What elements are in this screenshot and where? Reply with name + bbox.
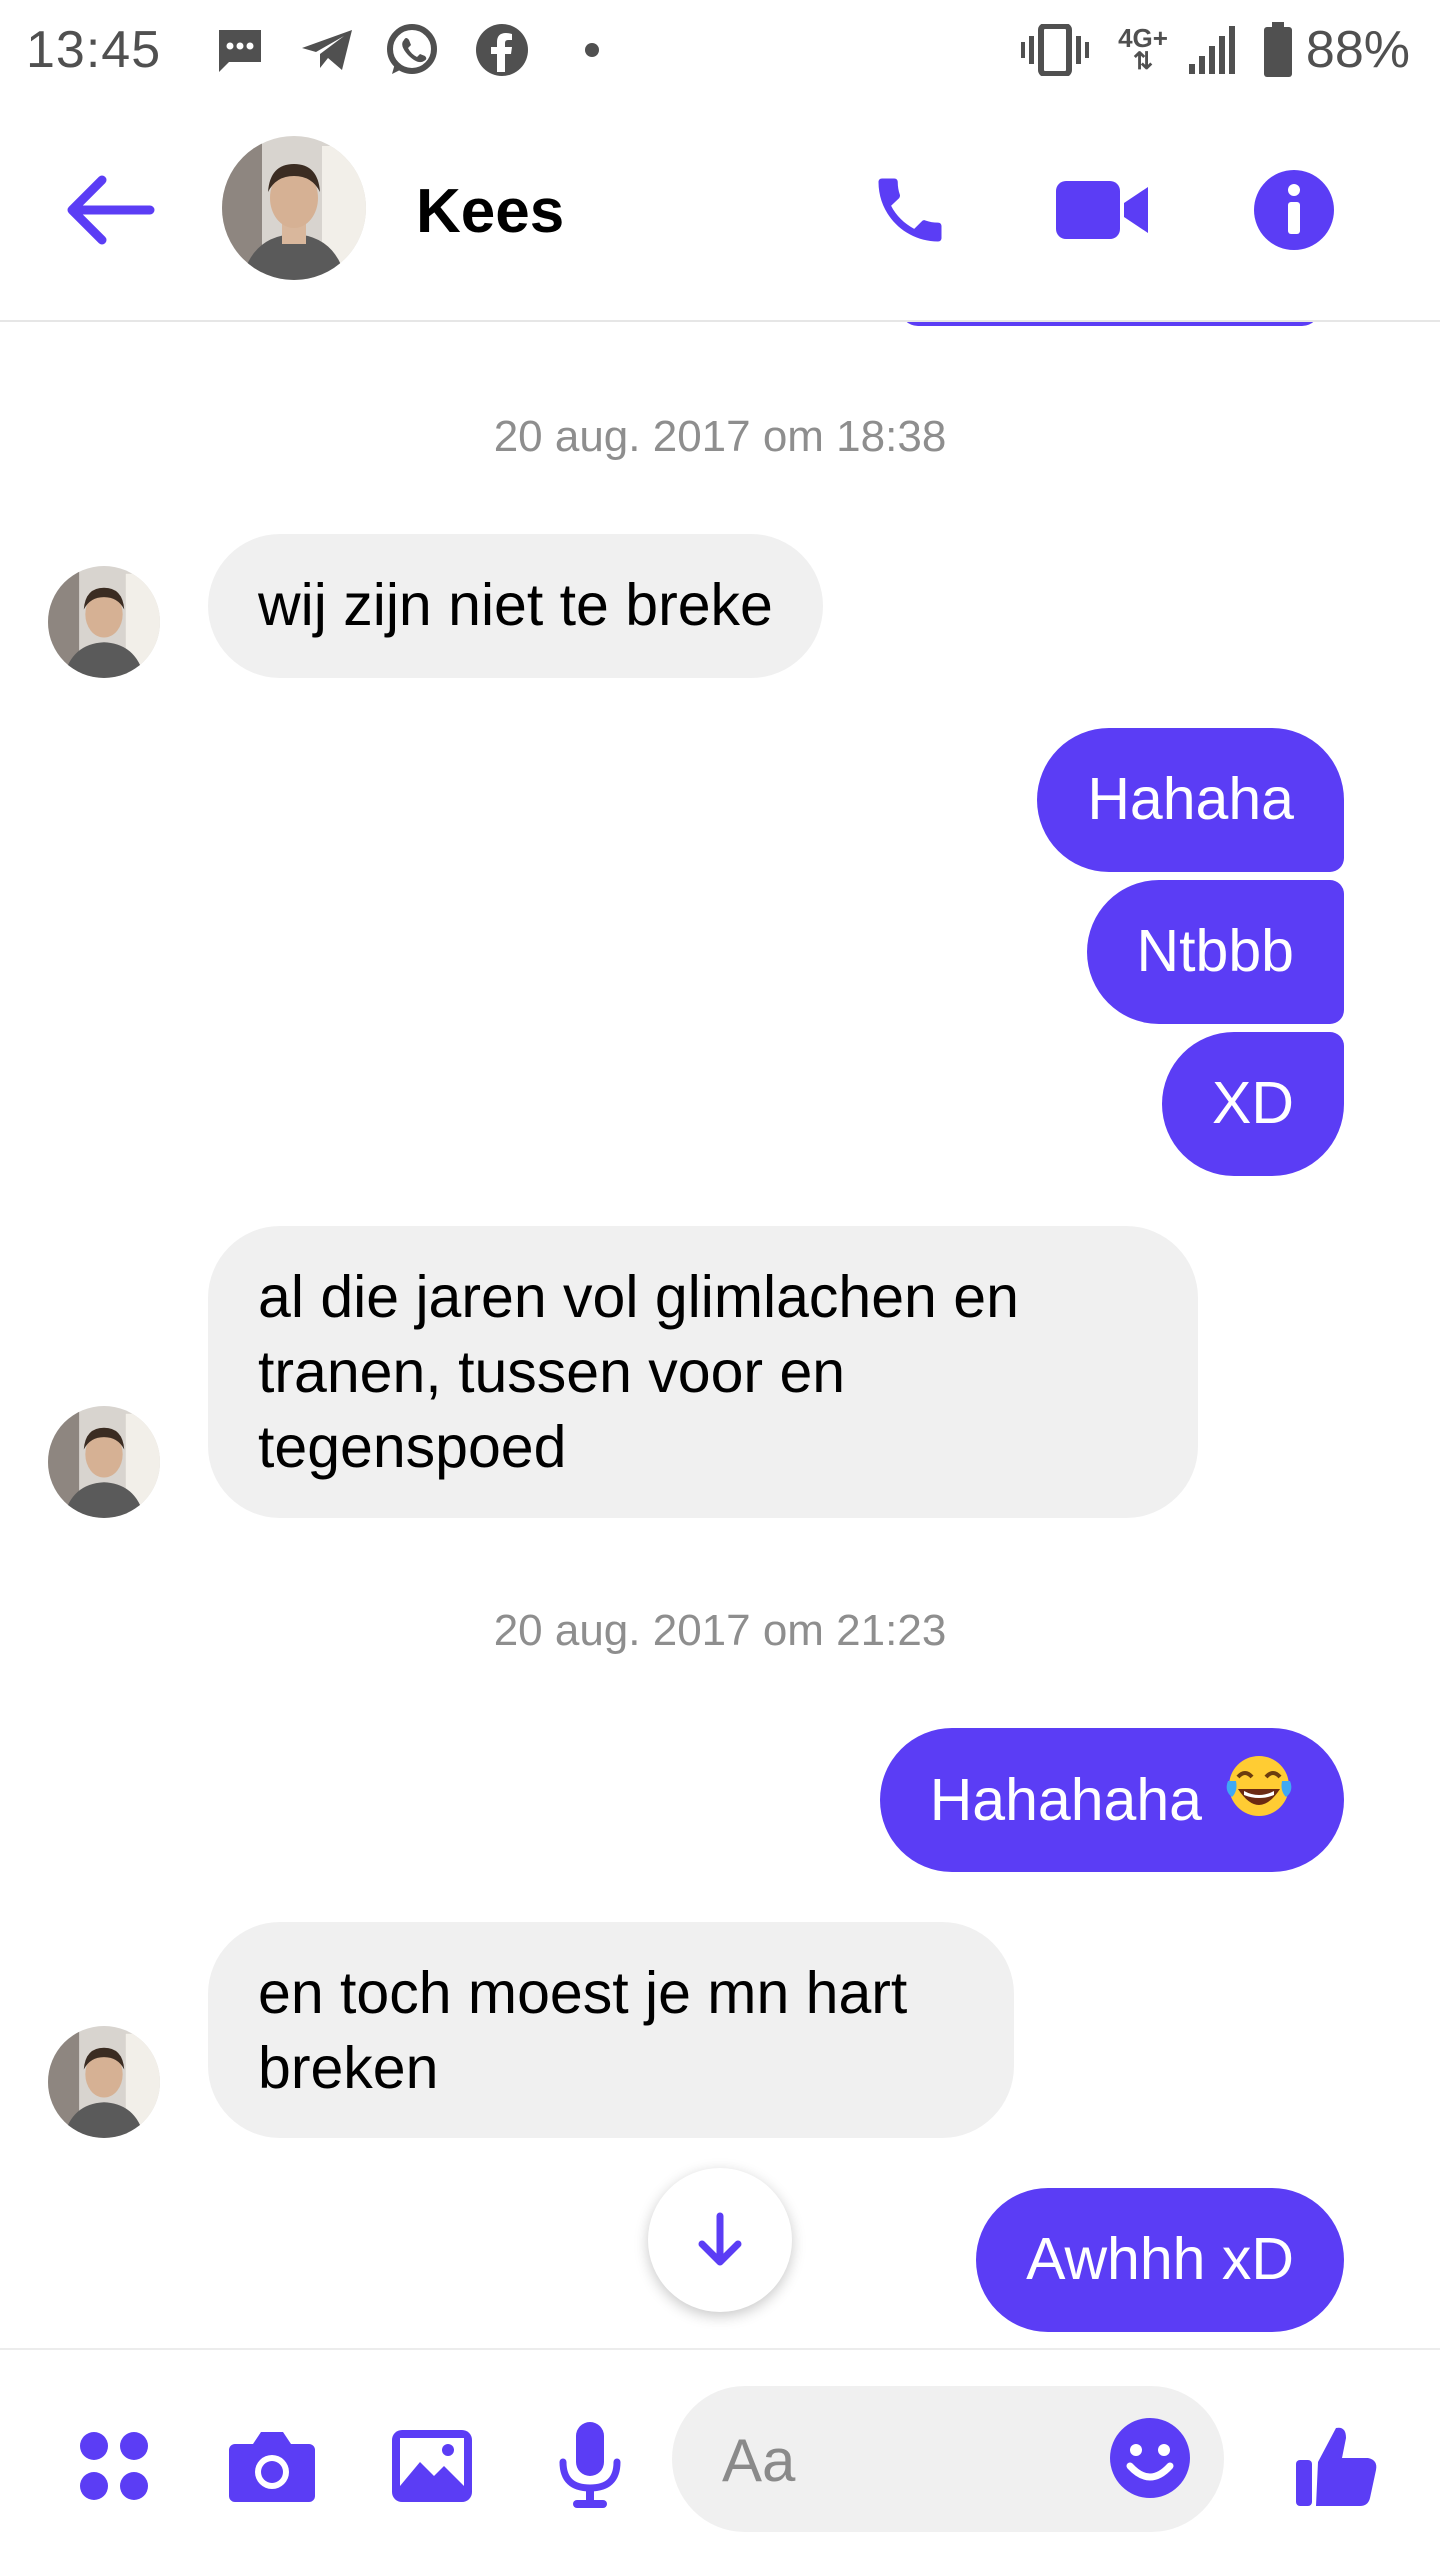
voice-clip-button[interactable] (540, 2416, 640, 2516)
voice-call-button[interactable] (862, 162, 958, 258)
contact-avatar-small (48, 1406, 160, 1518)
outgoing-message[interactable]: Hahaha (1037, 728, 1344, 872)
status-bar: 13:45 4G+ ⇅ 88% (0, 0, 1440, 100)
network-4g-icon: 4G+ ⇅ (1118, 23, 1168, 75)
like-button[interactable] (1286, 2416, 1386, 2516)
sms-icon (212, 22, 268, 78)
scroll-to-bottom-button[interactable] (648, 2168, 792, 2312)
whatsapp-icon (382, 22, 442, 78)
back-arrow-icon (67, 175, 155, 245)
video-call-button[interactable] (1054, 162, 1150, 258)
outgoing-message[interactable]: Awhhh xD (976, 2188, 1344, 2332)
microphone-icon (559, 2422, 621, 2508)
message-input[interactable]: Aa (672, 2386, 1224, 2532)
conversation-header: Kees (0, 100, 1440, 322)
contact-name[interactable]: Kees (416, 176, 564, 247)
back-button[interactable] (62, 170, 162, 250)
telegram-icon (298, 22, 358, 78)
timestamp: 20 aug. 2017 om 21:23 (493, 1606, 947, 1655)
camera-icon (229, 2432, 315, 2502)
outgoing-message[interactable]: Hahahaha (879, 1728, 1344, 1872)
dot-icon (578, 22, 606, 78)
video-icon (1056, 181, 1148, 239)
tears-of-joy-emoji (1224, 1751, 1294, 1839)
facebook-icon (472, 22, 532, 78)
incoming-message[interactable]: en toch moest je mn hart breken (208, 1922, 1014, 2138)
camera-button[interactable] (222, 2416, 322, 2516)
emoji-button[interactable] (1100, 2408, 1200, 2508)
gallery-button[interactable] (382, 2416, 482, 2516)
outgoing-message[interactable]: Ntbbb (1086, 880, 1344, 1024)
timestamp: 20 aug. 2017 om 18:38 (493, 412, 947, 461)
apps-icon (80, 2432, 148, 2500)
incoming-message[interactable]: wij zijn niet te breke (208, 534, 823, 678)
contact-avatar-small (48, 2026, 160, 2138)
phone-icon (878, 178, 942, 242)
signal-icon (1184, 22, 1242, 78)
vibrate-icon (1020, 22, 1090, 78)
like-icon (1296, 2427, 1377, 2506)
message-text: Hahahaha (929, 1766, 1202, 1833)
outgoing-message[interactable]: XD (1162, 1032, 1344, 1176)
contact-avatar-small (48, 566, 160, 678)
battery-percent: 88% (1305, 21, 1410, 79)
contact-avatar[interactable] (222, 136, 366, 280)
arrow-down-icon (698, 2212, 742, 2266)
message-input-placeholder: Aa (722, 2427, 796, 2494)
network-label: 4G+ (1118, 23, 1168, 53)
info-icon (1254, 170, 1334, 250)
emoji-icon (1110, 2418, 1190, 2498)
conversation-info-button[interactable] (1246, 162, 1342, 258)
apps-button[interactable] (64, 2416, 164, 2516)
incoming-message[interactable]: al die jaren vol glimlachen en tranen, t… (208, 1226, 1198, 1518)
gallery-icon (392, 2430, 472, 2502)
battery-icon (1262, 22, 1294, 78)
status-time: 13:45 (26, 21, 162, 79)
composer-bar: Aa (0, 2348, 1440, 2562)
